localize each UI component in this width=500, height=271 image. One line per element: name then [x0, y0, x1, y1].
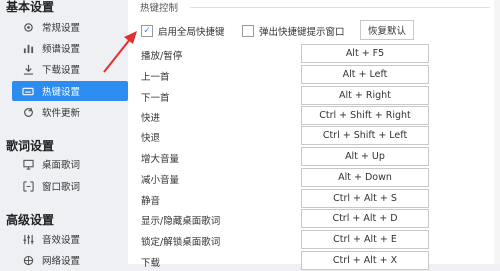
network-icon	[22, 254, 34, 266]
restore-default-button[interactable]: 恢复默认	[360, 20, 414, 40]
sidebar-item-label: 桌面歌词	[42, 160, 81, 171]
section-title-advanced: 高级设置	[6, 213, 55, 227]
hotkey-row: 下一首 Alt + Right	[141, 86, 429, 106]
hotkey-action: 上一首	[141, 72, 170, 83]
section-header: 热键控制	[140, 3, 179, 14]
hotkey-action: 下一首	[141, 93, 170, 104]
hotkey-action: 快退	[141, 133, 161, 144]
hotkey-row: 快进 Ctrl + Shift + Right	[141, 106, 429, 126]
refresh-icon	[22, 106, 34, 118]
window-lyrics-icon	[22, 180, 34, 192]
hotkey-action: 减小音量	[141, 175, 180, 186]
sidebar-item-label: 音效设置	[42, 235, 81, 246]
hotkey-field[interactable]: Ctrl + Alt + E	[301, 230, 429, 249]
sidebar-item-label: 窗口歌词	[42, 182, 81, 193]
hotkey-field[interactable]: Alt + Right	[301, 86, 429, 105]
hotkey-row: 减小音量 Alt + Down	[141, 168, 429, 188]
desktop-lyrics-icon	[22, 158, 34, 170]
show-hotkey-tip-checkbox[interactable]: 弹出快捷键提示窗口	[242, 24, 345, 38]
sidebar-item-general[interactable]: 常规设置	[12, 17, 128, 37]
scrollbar[interactable]	[494, 0, 500, 264]
hotkey-action: 快进	[141, 113, 161, 124]
hotkey-row: 显示/隐藏桌面歌词 Ctrl + Alt + D	[141, 209, 429, 229]
hotkey-action: 增大音量	[141, 154, 180, 165]
hotkey-panel: 热键控制 ✓ 启用全局快捷键 弹出快捷键提示窗口 恢复默认 播放/暂停 Alt …	[128, 0, 500, 270]
hotkey-row: 快退 Ctrl + Shift + Left	[141, 126, 429, 146]
sidebar: 基本设置 常规设置 频谱设置 下载设置 热键设置 软件更新 歌词设置 桌面歌词 …	[0, 0, 128, 267]
hotkey-action: 播放/暂停	[141, 51, 183, 62]
section-title-lyrics: 歌词设置	[6, 139, 55, 153]
hotkey-field[interactable]: Ctrl + Alt + D	[301, 209, 429, 228]
hotkey-field[interactable]: Ctrl + Shift + Right	[301, 106, 429, 125]
sidebar-item-label: 下载设置	[42, 65, 81, 76]
hotkey-field[interactable]: Alt + Up	[301, 147, 429, 166]
checkbox-label: 启用全局快捷键	[158, 27, 225, 38]
sidebar-item-desktop-lyrics[interactable]: 桌面歌词	[12, 154, 128, 174]
spectrum-icon	[22, 42, 34, 54]
sidebar-item-label: 频谱设置	[42, 44, 81, 55]
sidebar-item-download[interactable]: 下载设置	[12, 59, 128, 79]
sidebar-item-label: 软件更新	[42, 108, 81, 119]
sidebar-item-update[interactable]: 软件更新	[12, 102, 128, 122]
hotkey-field[interactable]: Ctrl + Alt + X	[301, 251, 429, 270]
hotkey-action: 锁定/解锁桌面歌词	[141, 237, 221, 248]
sidebar-item-hotkeys[interactable]: 热键设置	[12, 81, 128, 101]
keyboard-icon	[22, 85, 34, 97]
sidebar-item-sound-effects[interactable]: 音效设置	[12, 229, 128, 249]
sidebar-item-label: 热键设置	[42, 87, 81, 98]
hotkey-row: 下载 Ctrl + Alt + X	[141, 251, 429, 271]
checkbox-empty-icon	[242, 25, 254, 37]
divider	[190, 7, 490, 8]
sidebar-item-label: 网络设置	[42, 256, 81, 267]
hotkey-row: 增大音量 Alt + Up	[141, 147, 429, 167]
gear-icon	[22, 21, 34, 33]
checkmark-icon: ✓	[141, 25, 153, 37]
hotkey-row: 播放/暂停 Alt + F5	[141, 44, 429, 64]
download-icon	[22, 63, 34, 75]
hotkey-action: 静音	[141, 196, 161, 207]
hotkey-action: 下载	[141, 258, 161, 269]
hotkey-field[interactable]: Alt + F5	[301, 44, 429, 63]
sidebar-item-window-lyrics[interactable]: 窗口歌词	[12, 176, 128, 196]
sidebar-item-label: 常规设置	[42, 23, 81, 34]
checkbox-label: 弹出快捷键提示窗口	[259, 27, 345, 38]
section-title-basic: 基本设置	[6, 0, 55, 14]
hotkey-row: 锁定/解锁桌面歌词 Ctrl + Alt + E	[141, 230, 429, 250]
hotkey-action: 显示/隐藏桌面歌词	[141, 216, 221, 227]
hotkey-field[interactable]: Ctrl + Shift + Left	[301, 126, 429, 145]
enable-global-hotkeys-checkbox[interactable]: ✓ 启用全局快捷键	[141, 24, 225, 38]
sidebar-item-spectrum[interactable]: 频谱设置	[12, 38, 128, 58]
equalizer-icon	[22, 233, 34, 245]
sidebar-item-network[interactable]: 网络设置	[12, 250, 128, 270]
hotkey-field[interactable]: Alt + Down	[301, 168, 429, 187]
hotkey-field[interactable]: Ctrl + Alt + S	[301, 189, 429, 208]
hotkey-field[interactable]: Alt + Left	[301, 65, 429, 84]
hotkey-row: 上一首 Alt + Left	[141, 65, 429, 85]
hotkey-row: 静音 Ctrl + Alt + S	[141, 189, 429, 209]
